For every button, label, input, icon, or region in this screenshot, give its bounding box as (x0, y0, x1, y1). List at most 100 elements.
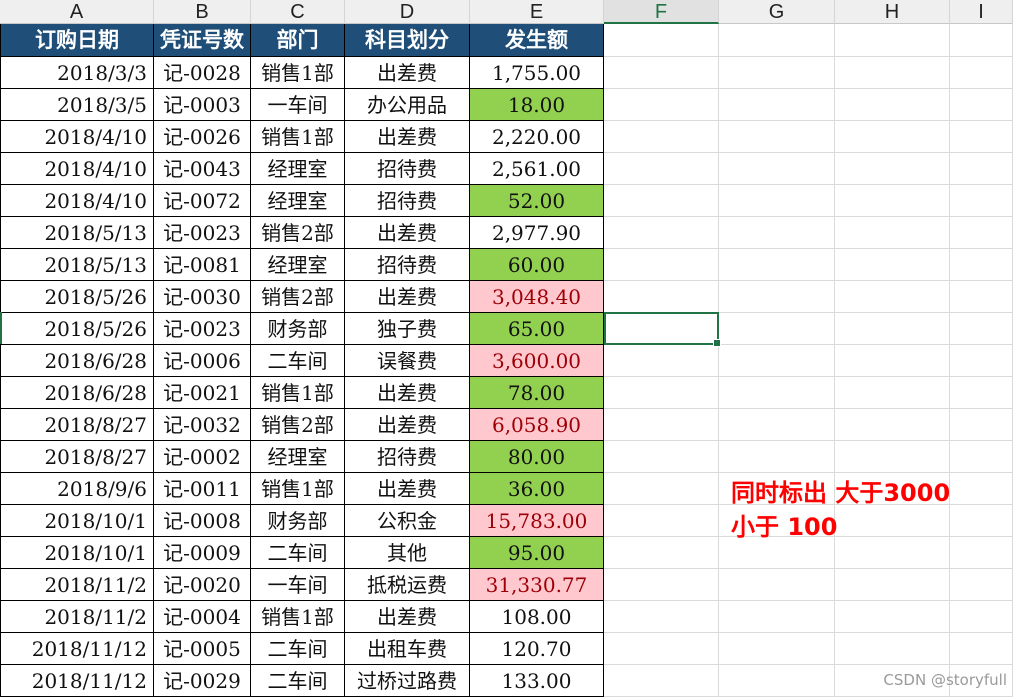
subject-cell[interactable]: 过桥过路费 (345, 665, 470, 697)
voucher-cell[interactable]: 记-0006 (154, 345, 251, 377)
empty-cell[interactable] (604, 57, 719, 89)
amount-cell[interactable]: 2,977.90 (470, 217, 604, 249)
empty-cell[interactable] (719, 345, 835, 377)
department-cell[interactable]: 二车间 (251, 665, 345, 697)
department-cell[interactable]: 销售2部 (251, 217, 345, 249)
voucher-cell[interactable]: 记-0021 (154, 377, 251, 409)
voucher-cell[interactable]: 记-0009 (154, 537, 251, 569)
date-cell[interactable]: 2018/5/13 (0, 217, 154, 249)
empty-cell[interactable] (950, 345, 1013, 377)
department-cell[interactable]: 销售2部 (251, 281, 345, 313)
empty-cell[interactable] (835, 57, 950, 89)
empty-cell[interactable] (719, 185, 835, 217)
amount-cell[interactable]: 95.00 (470, 537, 604, 569)
header-cell[interactable]: 科目划分 (345, 24, 470, 57)
amount-cell[interactable]: 133.00 (470, 665, 604, 697)
subject-cell[interactable]: 出差费 (345, 409, 470, 441)
selected-cell-f9[interactable] (604, 312, 721, 347)
subject-cell[interactable]: 独子费 (345, 313, 470, 345)
fill-handle[interactable] (713, 339, 721, 347)
voucher-cell[interactable]: 记-0081 (154, 249, 251, 281)
empty-cell[interactable] (719, 377, 835, 409)
voucher-cell[interactable]: 记-0008 (154, 505, 251, 537)
empty-cell[interactable] (719, 633, 835, 665)
department-cell[interactable]: 一车间 (251, 569, 345, 601)
amount-cell[interactable]: 52.00 (470, 185, 604, 217)
date-cell[interactable]: 2018/3/3 (0, 57, 154, 89)
empty-cell[interactable] (604, 185, 719, 217)
empty-cell[interactable] (719, 153, 835, 185)
department-cell[interactable]: 财务部 (251, 505, 345, 537)
voucher-cell[interactable]: 记-0072 (154, 185, 251, 217)
department-cell[interactable]: 二车间 (251, 633, 345, 665)
empty-cell[interactable] (950, 505, 1013, 537)
empty-cell[interactable] (950, 441, 1013, 473)
voucher-cell[interactable]: 记-0023 (154, 313, 251, 345)
empty-cell[interactable] (719, 313, 835, 345)
empty-cell[interactable] (604, 345, 719, 377)
amount-cell[interactable]: 65.00 (470, 313, 604, 345)
empty-cell[interactable] (719, 441, 835, 473)
empty-cell[interactable] (719, 217, 835, 249)
amount-cell[interactable]: 120.70 (470, 633, 604, 665)
subject-cell[interactable]: 公积金 (345, 505, 470, 537)
date-cell[interactable]: 2018/11/2 (0, 569, 154, 601)
department-cell[interactable]: 销售1部 (251, 57, 345, 89)
header-cell[interactable]: 发生额 (470, 24, 604, 57)
subject-cell[interactable]: 办公用品 (345, 89, 470, 121)
amount-cell[interactable]: 18.00 (470, 89, 604, 121)
empty-cell[interactable] (835, 281, 950, 313)
empty-cell[interactable] (604, 569, 719, 601)
voucher-cell[interactable]: 记-0004 (154, 601, 251, 633)
empty-cell[interactable] (604, 153, 719, 185)
column-header-a[interactable]: A (0, 0, 154, 24)
amount-cell[interactable]: 108.00 (470, 601, 604, 633)
date-cell[interactable]: 2018/5/26 (0, 313, 154, 345)
empty-cell[interactable] (604, 281, 719, 313)
subject-cell[interactable]: 出差费 (345, 601, 470, 633)
empty-cell[interactable] (835, 377, 950, 409)
empty-cell[interactable] (604, 121, 719, 153)
amount-cell[interactable]: 3,048.40 (470, 281, 604, 313)
subject-cell[interactable]: 招待费 (345, 249, 470, 281)
voucher-cell[interactable]: 记-0023 (154, 217, 251, 249)
amount-cell[interactable]: 15,783.00 (470, 505, 604, 537)
empty-cell[interactable] (950, 185, 1013, 217)
empty-cell[interactable] (835, 313, 950, 345)
empty-cell[interactable] (835, 89, 950, 121)
department-cell[interactable]: 销售2部 (251, 409, 345, 441)
column-header-b[interactable]: B (154, 0, 251, 24)
empty-cell[interactable] (835, 185, 950, 217)
empty-cell[interactable] (950, 121, 1013, 153)
empty-cell[interactable] (604, 665, 719, 697)
empty-cell[interactable] (950, 601, 1013, 633)
empty-cell[interactable] (719, 569, 835, 601)
department-cell[interactable]: 经理室 (251, 249, 345, 281)
subject-cell[interactable]: 误餐费 (345, 345, 470, 377)
empty-cell[interactable] (835, 24, 950, 57)
empty-cell[interactable] (719, 409, 835, 441)
empty-cell[interactable] (950, 409, 1013, 441)
empty-cell[interactable] (719, 89, 835, 121)
voucher-cell[interactable]: 记-0043 (154, 153, 251, 185)
subject-cell[interactable]: 出差费 (345, 121, 470, 153)
empty-cell[interactable] (835, 121, 950, 153)
voucher-cell[interactable]: 记-0005 (154, 633, 251, 665)
voucher-cell[interactable]: 记-0026 (154, 121, 251, 153)
empty-cell[interactable] (719, 121, 835, 153)
date-cell[interactable]: 2018/11/12 (0, 665, 154, 697)
department-cell[interactable]: 二车间 (251, 537, 345, 569)
date-cell[interactable]: 2018/4/10 (0, 185, 154, 217)
voucher-cell[interactable]: 记-0029 (154, 665, 251, 697)
empty-cell[interactable] (835, 441, 950, 473)
empty-cell[interactable] (950, 377, 1013, 409)
empty-cell[interactable] (950, 281, 1013, 313)
department-cell[interactable]: 销售1部 (251, 601, 345, 633)
empty-cell[interactable] (604, 505, 719, 537)
subject-cell[interactable]: 其他 (345, 537, 470, 569)
empty-cell[interactable] (719, 601, 835, 633)
date-cell[interactable]: 2018/9/6 (0, 473, 154, 505)
amount-cell[interactable]: 78.00 (470, 377, 604, 409)
empty-cell[interactable] (604, 377, 719, 409)
empty-cell[interactable] (719, 249, 835, 281)
